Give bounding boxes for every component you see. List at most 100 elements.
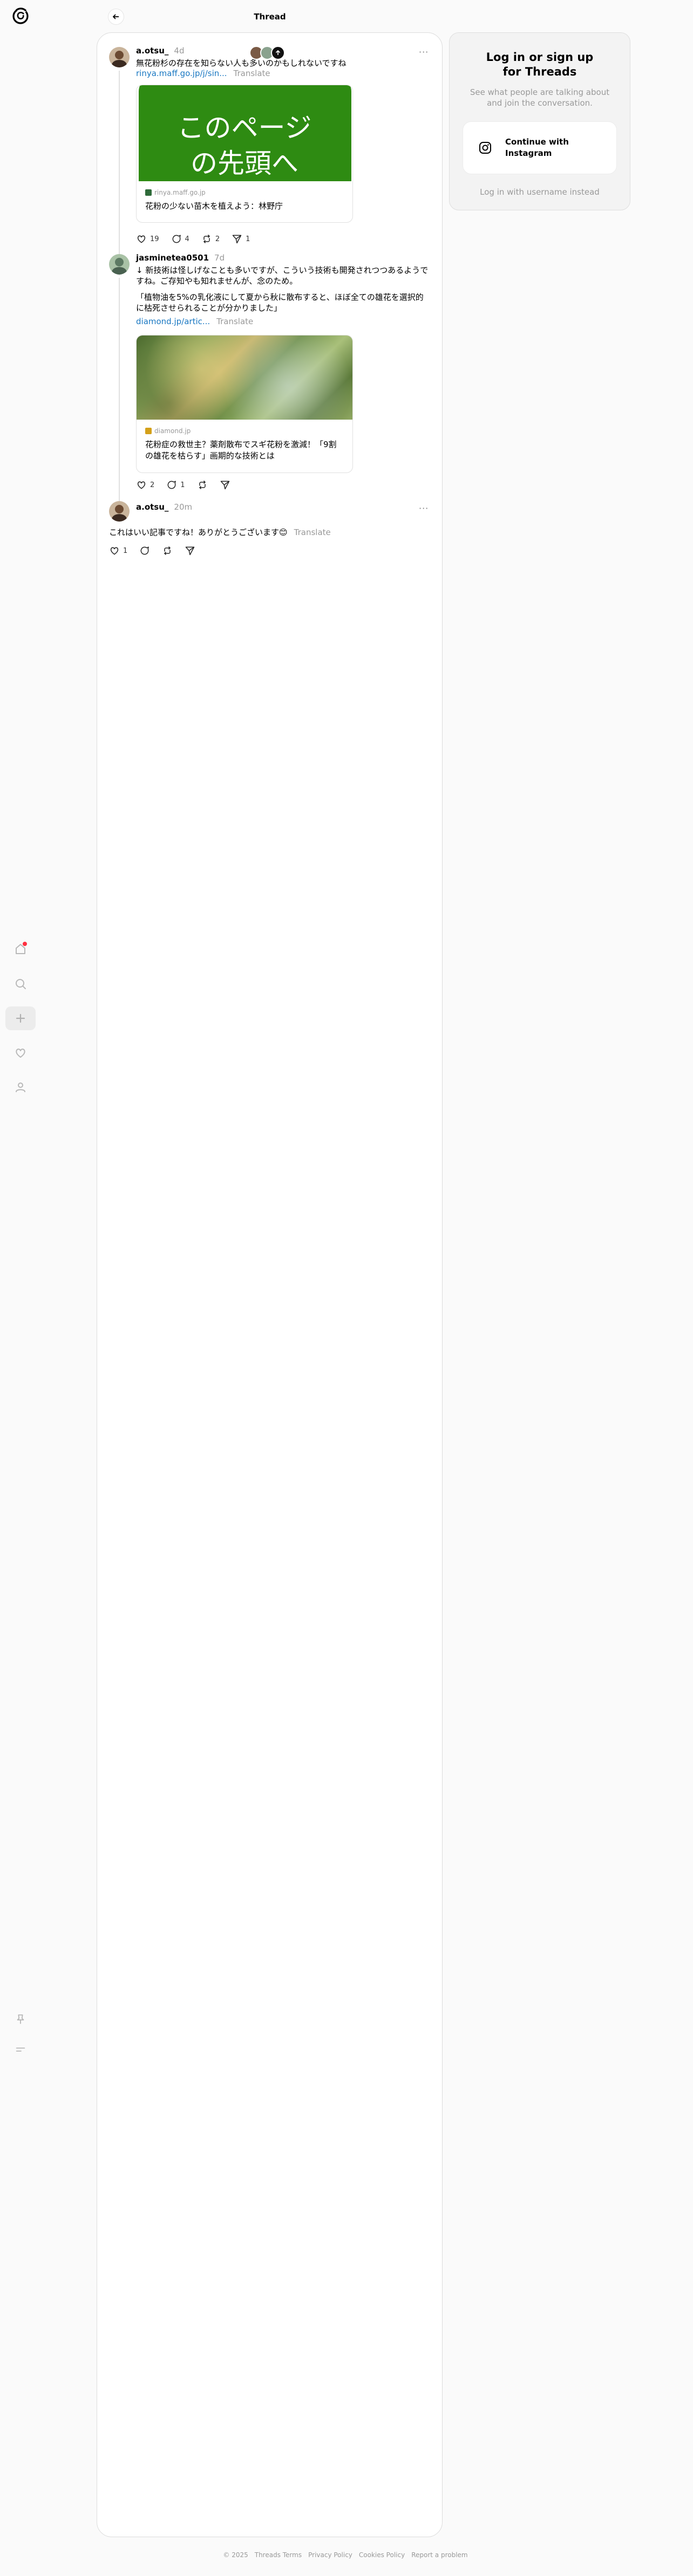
share-button[interactable] xyxy=(220,479,230,490)
reply-count: 4 xyxy=(185,235,189,243)
thread-line xyxy=(119,278,120,520)
post-text: これはいい記事ですね！ありがとうございます😊 xyxy=(109,527,288,537)
nav-activity[interactable] xyxy=(5,1041,36,1065)
nav-create[interactable] xyxy=(5,1006,36,1030)
share-icon xyxy=(186,546,195,556)
reply-button[interactable]: 1 xyxy=(166,479,185,490)
repost-icon xyxy=(164,546,171,556)
login-subtitle: See what people are talking about and jo… xyxy=(470,87,610,108)
more-options-icon[interactable]: ··· xyxy=(419,47,429,57)
repost-count: 2 xyxy=(215,235,220,243)
post-text: 「植物油を5%の乳化液にして夏から秋に散布すると、ほぼ全ての雄花を選択的に枯死さ… xyxy=(136,292,424,313)
nav-menu[interactable] xyxy=(5,2038,36,2061)
heart-icon xyxy=(137,481,146,489)
pin-icon xyxy=(17,2014,24,2024)
card-image xyxy=(137,335,352,420)
nav-home[interactable] xyxy=(5,937,36,961)
login-title: Log in or sign up for Threads xyxy=(486,51,594,78)
create-icon xyxy=(16,1013,25,1023)
instagram-icon xyxy=(479,142,491,154)
more-participants-icon xyxy=(271,46,285,60)
card-image: このページ の先頭へ xyxy=(137,85,352,181)
footer: © 2025 Threads Terms Privacy Policy Cook… xyxy=(184,2551,507,2559)
username[interactable]: jasminetea0501 xyxy=(136,253,209,263)
back-button[interactable] xyxy=(108,9,124,25)
more-options-icon[interactable]: ··· xyxy=(419,503,429,513)
heart-icon xyxy=(137,235,146,243)
reply-button[interactable]: 4 xyxy=(171,234,189,244)
repost-icon xyxy=(199,480,206,490)
share-count: 1 xyxy=(246,235,250,243)
translate-link[interactable]: Translate xyxy=(234,68,270,78)
username-login-link[interactable]: Log in with username instead xyxy=(450,187,630,197)
post-text: ↓ 新技術は怪しげなことも多いですが、こういう技術も開発されつつあるようですね。… xyxy=(136,265,429,286)
footer-link-report[interactable]: Report a problem xyxy=(411,2551,467,2559)
comment-icon xyxy=(172,235,181,243)
timestamp[interactable]: 20m xyxy=(174,502,192,512)
like-count: 19 xyxy=(150,235,159,243)
thread-line xyxy=(119,71,120,276)
share-icon xyxy=(232,235,242,244)
participants-avatars[interactable] xyxy=(249,46,285,60)
reply-button[interactable] xyxy=(139,545,150,556)
heart-icon xyxy=(110,547,119,555)
post-actions: 2 1 xyxy=(136,479,230,490)
site-favicon-icon xyxy=(145,189,152,196)
repost-button[interactable]: 2 xyxy=(201,234,220,244)
page-title: Thread xyxy=(254,12,286,22)
like-count: 1 xyxy=(123,546,128,555)
activity-icon xyxy=(16,1049,25,1058)
timestamp[interactable]: 4d xyxy=(174,46,184,56)
threads-logo-icon[interactable] xyxy=(10,5,31,27)
search-icon xyxy=(16,979,26,989)
site-favicon-icon xyxy=(145,428,152,434)
reply-count: 1 xyxy=(180,481,185,489)
repost-button[interactable] xyxy=(162,545,173,556)
translate-link[interactable]: Translate xyxy=(294,527,331,538)
share-button[interactable]: 1 xyxy=(232,234,250,244)
profile-icon xyxy=(16,1083,25,1092)
nav-profile[interactable] xyxy=(5,1075,36,1099)
continue-with-instagram-button[interactable]: Continue with Instagram xyxy=(463,121,617,174)
like-button[interactable]: 2 xyxy=(136,479,154,490)
repost-icon xyxy=(203,234,210,244)
card-domain: diamond.jp xyxy=(154,427,191,435)
post-link[interactable]: rinya.maff.go.jp/j/sin... xyxy=(136,68,227,78)
card-image-text: の先頭へ xyxy=(191,148,298,179)
instagram-button-label: Continue with Instagram xyxy=(505,137,569,158)
card-domain: rinya.maff.go.jp xyxy=(154,189,206,196)
avatar[interactable] xyxy=(109,501,130,522)
comment-icon xyxy=(140,546,150,555)
avatar[interactable] xyxy=(109,254,130,275)
like-button[interactable]: 19 xyxy=(136,234,159,244)
share-button[interactable] xyxy=(185,545,195,556)
repost-button[interactable] xyxy=(197,479,208,490)
username[interactable]: a.otsu_ xyxy=(136,502,168,512)
nav-search[interactable] xyxy=(5,972,36,996)
post-actions: 19 4 2 1 xyxy=(136,234,250,244)
timestamp[interactable]: 7d xyxy=(214,253,225,263)
username[interactable]: a.otsu_ xyxy=(136,46,168,56)
login-panel: Log in or sign up for Threads See what p… xyxy=(449,32,630,210)
footer-link-cookies[interactable]: Cookies Policy xyxy=(359,2551,405,2559)
like-button[interactable]: 1 xyxy=(109,545,127,556)
post-actions: 1 xyxy=(109,545,195,556)
nav-pin[interactable] xyxy=(5,2008,36,2031)
menu-icon xyxy=(16,2047,25,2052)
link-card[interactable]: diamond.jp 花粉症の救世主？薬剤散布でスギ花粉を激減！「9割の雄花を枯… xyxy=(136,335,353,473)
footer-link-privacy[interactable]: Privacy Policy xyxy=(308,2551,352,2559)
share-icon xyxy=(220,481,229,490)
translate-link[interactable]: Translate xyxy=(216,317,253,326)
like-count: 2 xyxy=(150,481,155,489)
comment-icon xyxy=(167,481,176,489)
post-link[interactable]: diamond.jp/artic... xyxy=(136,317,210,326)
avatar[interactable] xyxy=(109,47,130,67)
link-card[interactable]: このページ の先頭へ rinya.maff.go.jp 花粉の少ない苗木を植えよ… xyxy=(136,85,353,223)
card-image-text: このページ xyxy=(177,112,312,143)
card-title: 花粉の少ない苗木を植えよう：林野庁 xyxy=(145,201,283,211)
notification-dot xyxy=(23,942,27,946)
card-title: 花粉症の救世主？薬剤散布でスギ花粉を激減！「9割の雄花を枯らす」画期的な技術とは xyxy=(145,440,337,461)
thread-column: a.otsu_ 4d ··· 無花粉杉の存在を知らない人も多いのかもしれないです… xyxy=(97,32,443,2537)
footer-link-terms[interactable]: Threads Terms xyxy=(255,2551,302,2559)
copyright: © 2025 xyxy=(223,2551,248,2559)
